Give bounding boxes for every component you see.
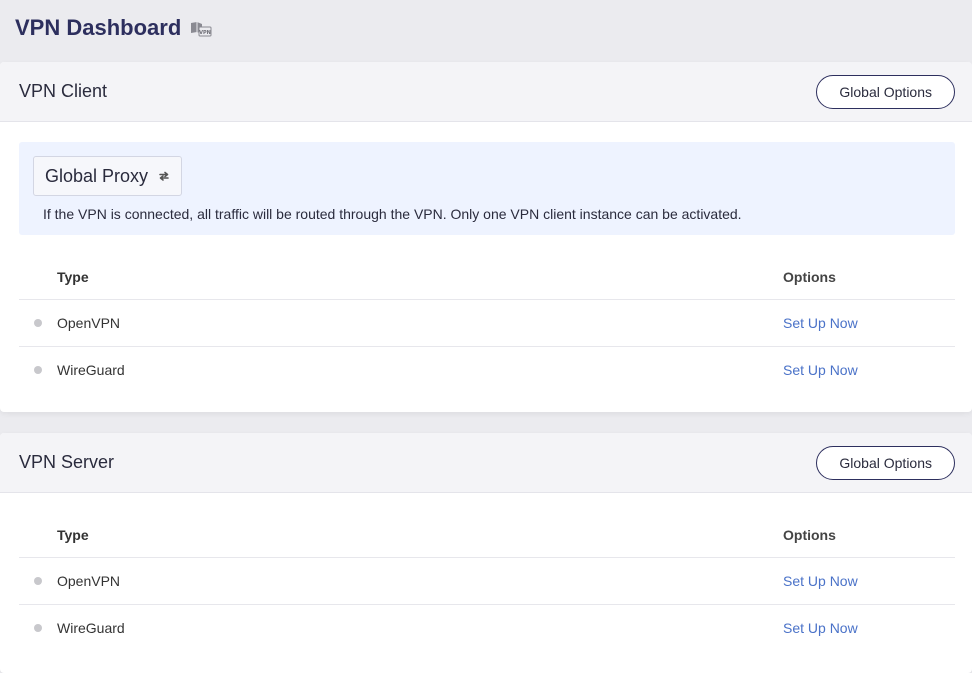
svg-text:VPN: VPN [199, 30, 211, 36]
vpn-client-card: VPN Client Global Options Global Proxy I… [0, 62, 972, 412]
proxy-mode-panel: Global Proxy If the VPN is connected, al… [19, 142, 955, 235]
table-row: WireGuard Set Up Now [19, 347, 955, 393]
proxy-mode-label: Global Proxy [45, 165, 149, 186]
vpn-server-title: VPN Server [19, 452, 115, 472]
vpn-server-header: VPN Server Global Options [0, 433, 972, 493]
table-row: OpenVPN Set Up Now [19, 300, 955, 347]
vpn-client-title: VPN Client [19, 81, 108, 101]
vpn-server-table: Type Options OpenVPN Set Up Now WireGuar… [19, 512, 955, 651]
vpn-client-table: Type Options OpenVPN Set Up Now WireGuar… [19, 254, 955, 393]
table-header: Type Options [19, 512, 955, 558]
client-openvpn-setup-link[interactable]: Set Up Now [783, 315, 858, 331]
vpn-client-header: VPN Client Global Options [0, 62, 972, 122]
status-dot [34, 624, 42, 632]
column-header-options: Options [783, 526, 836, 543]
swap-icon [158, 170, 170, 182]
server-wireguard-setup-link[interactable]: Set Up Now [783, 620, 858, 636]
column-header-type: Type [57, 268, 89, 285]
row-type: OpenVPN [57, 573, 121, 589]
status-dot [34, 577, 42, 585]
proxy-mode-selector[interactable]: Global Proxy [33, 156, 183, 196]
table-row: OpenVPN Set Up Now [19, 558, 955, 605]
table-row: WireGuard Set Up Now [19, 605, 955, 651]
status-dot [34, 366, 42, 374]
column-header-type: Type [57, 526, 89, 543]
page-header: VPN Dashboard VPN [0, 0, 972, 56]
row-type: OpenVPN [57, 315, 121, 331]
row-type: WireGuard [57, 362, 125, 378]
server-openvpn-setup-link[interactable]: Set Up Now [783, 573, 858, 589]
proxy-mode-description: If the VPN is connected, all traffic wil… [43, 206, 742, 222]
client-wireguard-setup-link[interactable]: Set Up Now [783, 362, 858, 378]
status-dot [34, 319, 42, 327]
page-title: VPN Dashboard [15, 15, 182, 40]
server-global-options-button[interactable]: Global Options [816, 445, 955, 480]
row-type: WireGuard [57, 620, 125, 636]
client-global-options-button[interactable]: Global Options [816, 74, 955, 109]
vpn-server-card: VPN Server Global Options Type Options O… [0, 433, 972, 673]
column-header-options: Options [783, 268, 836, 285]
vpn-badge-icon: VPN [190, 21, 212, 37]
table-header: Type Options [19, 254, 955, 300]
